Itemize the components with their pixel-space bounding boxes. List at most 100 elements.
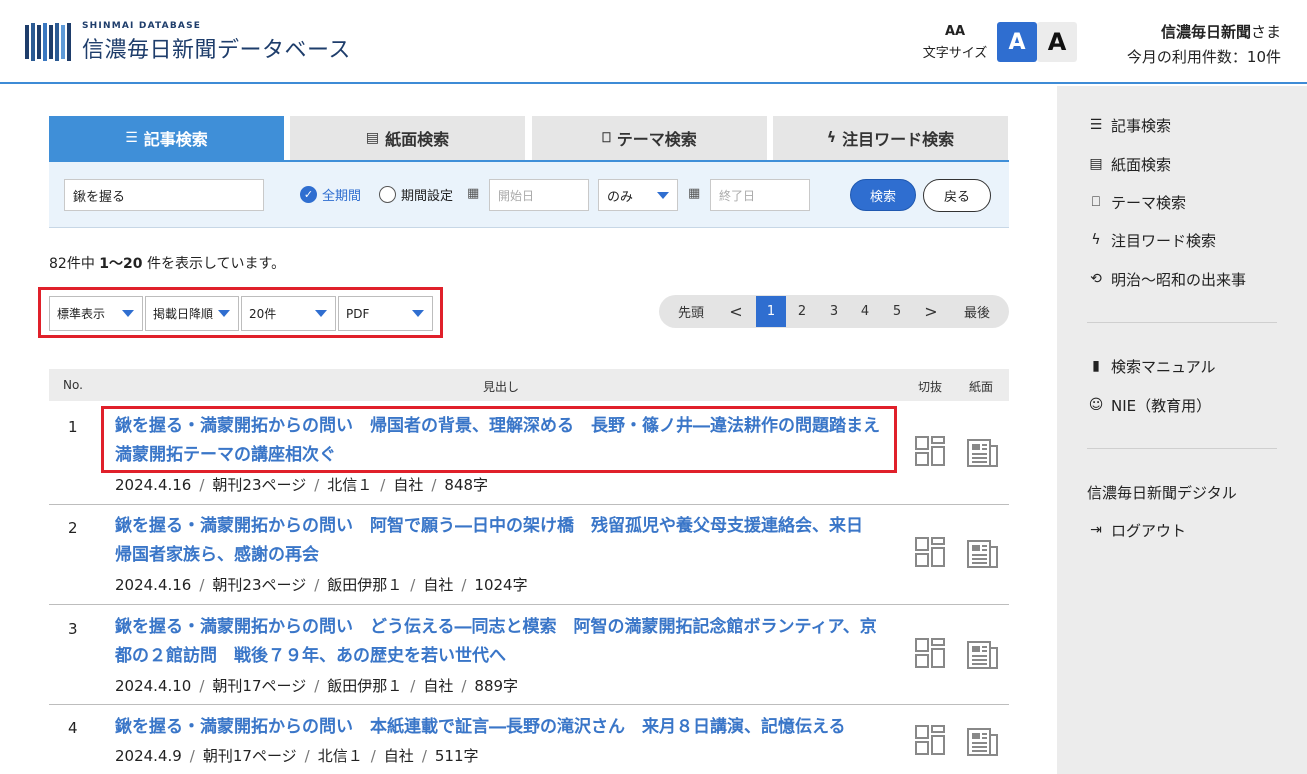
header-headline: 見出し xyxy=(483,380,520,394)
user-name: 信濃毎日新聞 xyxy=(1160,23,1251,41)
row-number: 4 xyxy=(68,719,78,737)
article-source: 自社 xyxy=(423,677,454,695)
pagination-prev[interactable]: < xyxy=(721,295,751,328)
pagination-page-3[interactable]: 3 xyxy=(819,295,849,328)
results-suffix: 件を表示しています。 xyxy=(146,256,286,272)
caret-down-icon xyxy=(657,192,669,199)
sidebar-item-page-search[interactable]: ▤ 紙面検索 xyxy=(1087,152,1171,176)
results-total: 82件中 xyxy=(49,256,95,272)
article-title-link[interactable]: 鍬を握る・満蒙開拓からの問い どう伝える―同志と模索 阿智の満蒙開拓記念館ボラン… xyxy=(115,613,891,671)
article-meta: 2024.4.16/朝刊23ページ / 北信１/自社/848字 xyxy=(115,476,489,494)
site-logo[interactable]: SHINMAI DATABASE 信濃毎日新聞データベース xyxy=(25,20,355,64)
end-date-input[interactable]: 終了日 xyxy=(710,179,810,211)
sidebar-item-keyword-search[interactable]: ϟ 注目ワード検索 xyxy=(1087,228,1216,252)
sidebar-item-logout[interactable]: ⇥ ログアウト xyxy=(1087,518,1186,542)
start-date-input[interactable]: 開始日 xyxy=(489,179,589,211)
clipping-icon[interactable] xyxy=(915,725,945,755)
per-page-select[interactable]: 20件 xyxy=(241,296,336,331)
font-size-large-button[interactable]: A xyxy=(1037,22,1077,62)
pagination-page-4[interactable]: 4 xyxy=(850,295,880,328)
article-title-link[interactable]: 鍬を握る・満蒙開拓からの問い 阿智で願う―日中の架け橋 残留孤児や養父母支援連絡… xyxy=(115,512,891,570)
sort-order-select[interactable]: 掲載日降順 xyxy=(145,296,239,331)
newspaper-page-icon[interactable] xyxy=(967,725,999,757)
article-chars: 889字 xyxy=(474,677,519,695)
pagination-page-2[interactable]: 2 xyxy=(787,295,817,328)
article-meta: 2024.4.9/朝刊17ページ / 北信１/自社/511字 xyxy=(115,747,479,765)
article-date: 2024.4.10 xyxy=(115,677,192,695)
all-period-radio[interactable]: ✓ 全期間 xyxy=(300,185,361,204)
face-icon: ☺ xyxy=(1088,397,1104,413)
pagination-page-1[interactable]: 1 xyxy=(756,296,786,327)
sidebar-item-label: 検索マニュアル xyxy=(1111,357,1216,376)
row-number: 3 xyxy=(68,620,78,638)
caret-down-icon xyxy=(218,310,230,317)
article-date: 2024.4.16 xyxy=(115,476,192,494)
clipping-icon[interactable] xyxy=(915,537,945,567)
usage-count: 今月の利用件数：10件 xyxy=(1126,48,1281,66)
radio-empty-icon xyxy=(379,186,396,203)
pagination-first[interactable]: 先頭 xyxy=(665,295,717,328)
sidebar-item-label: テーマ検索 xyxy=(1111,193,1187,212)
font-size-control: AA 文字サイズ xyxy=(918,24,992,61)
article-page: 朝刊17ページ xyxy=(202,747,297,765)
range-select[interactable]: のみ xyxy=(598,179,678,211)
back-button[interactable]: 戻る xyxy=(923,179,991,212)
bookmark-icon: ⎕ xyxy=(1091,194,1101,210)
user-suffix: さま xyxy=(1250,23,1281,41)
sidebar-item-digital[interactable]: 信濃毎日新聞デジタル xyxy=(1087,480,1237,504)
sidebar-item-history[interactable]: ⟲ 明治〜昭和の出来事 xyxy=(1087,267,1246,291)
search-button[interactable]: 検索 xyxy=(850,179,916,211)
tab-page-search[interactable]: ▤ 紙面検索 xyxy=(290,116,525,160)
tab-theme-search[interactable]: ⎕ テーマ検索 xyxy=(532,116,767,160)
calendar-icon: ▦ xyxy=(688,186,701,201)
pagination-next[interactable]: > xyxy=(916,295,946,328)
row-number: 1 xyxy=(68,418,78,436)
clipping-icon[interactable] xyxy=(915,436,945,466)
results-table-header: No. 見出し 切抜 紙面 xyxy=(49,369,1009,401)
sidebar-item-article-search[interactable]: ☰ 記事検索 xyxy=(1087,113,1171,137)
sidebar-item-theme-search[interactable]: ⎕ テーマ検索 xyxy=(1087,190,1186,214)
tab-label: 記事検索 xyxy=(143,130,208,149)
sidebar-item-label: 信濃毎日新聞デジタル xyxy=(1087,483,1237,502)
period-setting-label: 期間設定 xyxy=(401,189,454,204)
clipping-icon[interactable] xyxy=(915,638,945,668)
caret-down-icon xyxy=(412,310,424,317)
newspaper-page-icon[interactable] xyxy=(967,638,999,670)
tab-label: 注目ワード検索 xyxy=(842,130,955,149)
table-row: 2 鍬を握る・満蒙開拓からの問い 阿智で願う―日中の架け橋 残留孤児や養父母支援… xyxy=(49,505,1009,605)
article-edition: 北信１ xyxy=(327,476,373,494)
sidebar-item-nie[interactable]: ☺ NIE（教育用） xyxy=(1087,393,1211,417)
newspaper-page-icon[interactable] xyxy=(967,436,999,468)
sidebar-item-manual[interactable]: ▮ 検索マニュアル xyxy=(1087,354,1216,378)
article-title-link[interactable]: 鍬を握る・満蒙開拓からの問い 本紙連載で証言―長野の滝沢さん 来月８日講演、記憶… xyxy=(115,713,891,742)
list-icon: ☰ xyxy=(1089,117,1103,133)
all-period-label: 全期間 xyxy=(322,189,362,204)
format-value: PDF xyxy=(346,306,370,321)
logout-icon: ⇥ xyxy=(1090,522,1102,538)
tab-keyword-search[interactable]: ϟ 注目ワード検索 xyxy=(773,116,1008,160)
article-edition: 飯田伊那１ xyxy=(327,677,403,695)
article-source: 自社 xyxy=(393,476,424,494)
logo-subtitle: SHINMAI DATABASE xyxy=(82,21,202,31)
logo-title: 信濃毎日新聞データベース xyxy=(82,38,351,63)
font-size-small-button[interactable]: A xyxy=(997,22,1037,62)
tab-article-search[interactable]: ☰ 記事検索 xyxy=(49,116,284,160)
article-chars: 511字 xyxy=(434,747,479,765)
view-mode-select[interactable]: 標準表示 xyxy=(49,296,143,331)
range-select-value: のみ xyxy=(607,189,634,205)
keyword-input[interactable]: 鍬を握る xyxy=(64,179,264,211)
history-icon: ⟲ xyxy=(1090,271,1102,287)
newspaper-page-icon[interactable] xyxy=(967,537,999,569)
table-row: 3 鍬を握る・満蒙開拓からの問い どう伝える―同志と模索 阿智の満蒙開拓記念館ボ… xyxy=(49,605,1009,705)
check-icon: ✓ xyxy=(300,186,317,203)
period-setting-radio[interactable]: 期間設定 xyxy=(379,185,453,204)
caret-down-icon xyxy=(315,310,327,317)
results-count: 82件中 1〜20 件を表示しています。 xyxy=(49,253,285,273)
pagination-page-5[interactable]: 5 xyxy=(882,295,912,328)
format-select[interactable]: PDF xyxy=(338,296,433,331)
header-clip: 切抜 xyxy=(918,380,943,394)
table-row: 4 鍬を握る・満蒙開拓からの問い 本紙連載で証言―長野の滝沢さん 来月８日講演、… xyxy=(49,705,1009,774)
logo-bars-icon xyxy=(25,23,71,61)
pagination-last[interactable]: 最後 xyxy=(951,295,1003,328)
article-meta: 2024.4.10/朝刊17ページ / 飯田伊那１/自社/889字 xyxy=(115,677,519,695)
